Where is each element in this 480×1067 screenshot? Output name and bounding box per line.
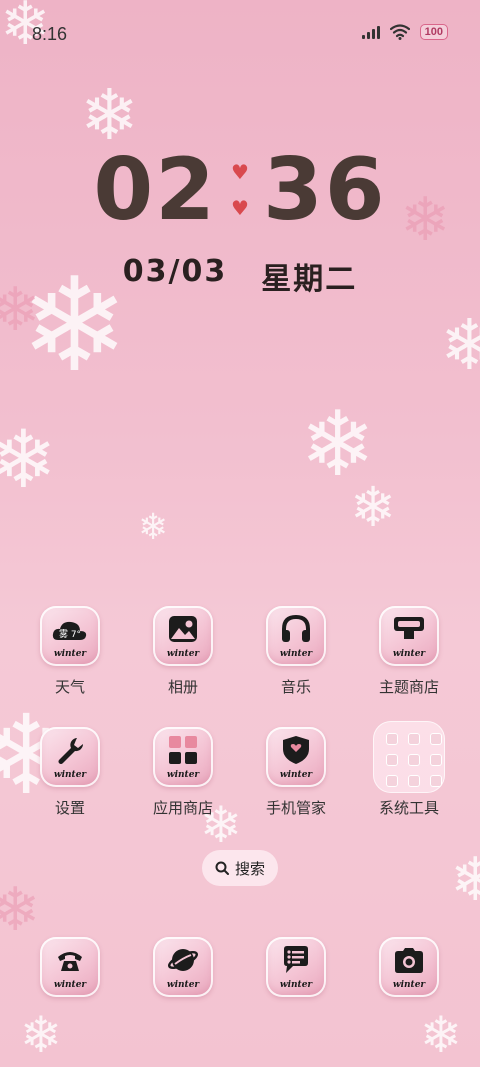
dock-camera[interactable]: winter: [359, 937, 459, 997]
heart-separator-icon: ♥ ♥: [231, 160, 249, 220]
search-button[interactable]: 搜索: [202, 850, 278, 886]
clock-hours: 02: [93, 140, 218, 240]
icon-caption: winter: [279, 770, 313, 780]
snowflake-decoration: ❄: [20, 1006, 62, 1064]
snowflake-decoration: ❄: [0, 413, 58, 506]
icon-caption: winter: [166, 649, 200, 659]
icon-caption: winter: [166, 770, 200, 780]
app-weather[interactable]: 雾 7° winter 天气: [20, 606, 120, 697]
icon-caption: winter: [166, 980, 200, 990]
app-theme-store[interactable]: winter 主题商店: [359, 606, 459, 697]
settings-icon: winter: [40, 727, 100, 787]
search-icon: [215, 861, 229, 875]
dock-phone[interactable]: winter: [20, 937, 120, 997]
app-phone-manager[interactable]: winter 手机管家: [246, 727, 346, 818]
app-settings[interactable]: winter 设置: [20, 727, 120, 818]
weather-badge: 雾 7°: [59, 629, 81, 640]
battery-indicator: 100: [419, 24, 448, 40]
snowflake-decoration: ❄: [420, 1006, 462, 1064]
icon-caption: winter: [392, 649, 426, 659]
system-tools-folder: [373, 721, 445, 793]
status-time: 8:16: [32, 24, 68, 44]
app-label: 主题商店: [378, 678, 439, 696]
dock-messages[interactable]: winter: [246, 937, 346, 997]
app-music[interactable]: winter 音乐: [246, 606, 346, 697]
snowflake-decoration: ❄: [138, 507, 169, 548]
status-bar: 8:16 100: [0, 0, 480, 64]
gallery-icon: winter: [153, 606, 213, 666]
signal-icon: [361, 25, 380, 39]
icon-caption: winter: [53, 649, 87, 659]
phone-manager-icon: winter: [266, 727, 326, 787]
app-label: 相册: [167, 678, 198, 696]
clock-date: 03/03: [122, 254, 228, 289]
snowflake-decoration: ❄: [450, 845, 480, 915]
folder-system-tools[interactable]: 系统工具: [359, 721, 459, 818]
clock-weekday: 星期二: [261, 262, 358, 297]
app-label: 应用商店: [152, 799, 213, 817]
icon-caption: winter: [53, 980, 87, 990]
app-label: 设置: [54, 799, 85, 817]
app-label: 手机管家: [265, 799, 326, 817]
snowflake-decoration: ❄: [440, 304, 480, 386]
app-label: 系统工具: [378, 799, 439, 817]
camera-icon: winter: [379, 937, 439, 997]
search-label: 搜索: [234, 859, 265, 878]
app-store-icon: winter: [153, 727, 213, 787]
snowflake-decoration: ❄: [300, 392, 376, 497]
music-icon: winter: [266, 606, 326, 666]
icon-caption: winter: [279, 980, 313, 990]
app-label: 音乐: [280, 678, 311, 696]
icon-caption: winter: [392, 980, 426, 990]
clock-widget[interactable]: 02 ♥ ♥ 36 03/03 星期二: [0, 140, 480, 298]
snowflake-decoration: ❄: [350, 475, 397, 539]
wifi-icon: [389, 24, 410, 40]
clock-minutes: 36: [262, 140, 387, 240]
browser-icon: winter: [153, 937, 213, 997]
app-app-store[interactable]: winter 应用商店: [133, 727, 233, 818]
app-label: 天气: [54, 678, 85, 696]
icon-caption: winter: [53, 770, 87, 780]
snowflake-decoration: ❄: [0, 875, 41, 945]
theme-store-icon: winter: [379, 606, 439, 666]
weather-icon: 雾 7° winter: [40, 606, 100, 666]
phone-icon: winter: [40, 937, 100, 997]
icon-caption: winter: [279, 649, 313, 659]
dock-browser[interactable]: winter: [133, 937, 233, 997]
messages-icon: winter: [266, 937, 326, 997]
app-gallery[interactable]: winter 相册: [133, 606, 233, 697]
